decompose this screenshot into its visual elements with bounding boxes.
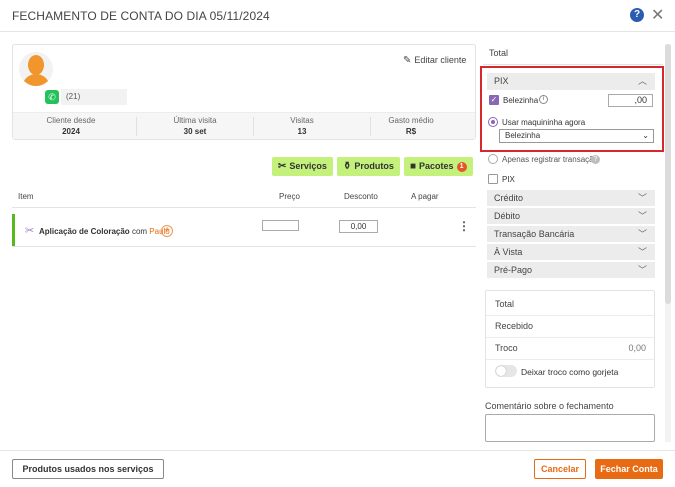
stat-label: Gasto médio bbox=[388, 116, 434, 125]
register-only-radio[interactable] bbox=[488, 154, 498, 164]
row-service-name: Aplicação de Coloração com Paulo bbox=[39, 227, 170, 236]
stat-value: 30 set bbox=[183, 127, 207, 136]
method-credit[interactable]: Crédito ﹀ bbox=[487, 190, 655, 206]
header-divider bbox=[0, 31, 675, 32]
method-label: Crédito bbox=[494, 193, 524, 203]
row-accent bbox=[12, 214, 15, 246]
table-header-divider bbox=[12, 207, 476, 208]
add-services-button[interactable]: ✂ Serviços bbox=[272, 157, 333, 176]
footer-divider bbox=[0, 450, 675, 451]
stat-visits: Visitas 13 bbox=[244, 116, 360, 136]
pix-title: PIX bbox=[494, 76, 509, 86]
pix-amount-input[interactable]: ,00 bbox=[608, 94, 653, 107]
payment-total-label: Total bbox=[489, 48, 509, 58]
chevron-down-icon: ﹀ bbox=[637, 211, 647, 221]
stat-value: 2024 bbox=[62, 127, 80, 136]
tip-toggle-label: Deixar troco como gorjeta bbox=[521, 367, 619, 377]
add-packages-button[interactable]: ■ Pacotes 1 bbox=[404, 157, 473, 176]
info-icon[interactable]: i bbox=[539, 95, 548, 104]
client-phone: (21) bbox=[61, 89, 127, 105]
chevron-down-icon: ﹀ bbox=[637, 193, 647, 203]
payment-divider bbox=[483, 64, 663, 65]
bottle-icon: ⚱ bbox=[343, 161, 352, 172]
stat-client-since: Cliente desde 2024 bbox=[13, 116, 129, 136]
use-terminal-radio[interactable] bbox=[488, 117, 498, 127]
terminal-select[interactable]: Belezinha ⌄ bbox=[499, 129, 654, 143]
add-products-button[interactable]: ⚱ Produtos bbox=[337, 157, 400, 176]
stat-value: R$ bbox=[405, 127, 417, 136]
edit-client-label: Editar cliente bbox=[414, 55, 467, 65]
add-products-label: Produtos bbox=[354, 161, 394, 171]
scissors-icon: ✂ bbox=[278, 161, 287, 172]
whatsapp-icon[interactable]: ✆ bbox=[45, 90, 59, 104]
method-label: Transação Bancária bbox=[494, 229, 575, 239]
discount-input[interactable]: 0,00 bbox=[339, 220, 378, 233]
register-only-label: Apenas registrar transação bbox=[502, 155, 599, 164]
method-bank-transfer[interactable]: Transação Bancária ﹀ bbox=[487, 226, 655, 242]
service-name: Aplicação de Coloração bbox=[39, 227, 130, 236]
pix-account-checkbox[interactable]: ✓ bbox=[489, 95, 499, 105]
summary-divider bbox=[486, 337, 654, 338]
row-menu-icon[interactable]: ⋮ bbox=[458, 219, 470, 233]
summary-divider bbox=[486, 315, 654, 316]
edit-client-button[interactable]: ✎ Editar cliente bbox=[403, 55, 466, 66]
method-prepaid[interactable]: Pré-Pago ﹀ bbox=[487, 262, 655, 278]
summary-received-label: Recebido bbox=[495, 321, 534, 331]
pix-account-label: Belezinha bbox=[503, 96, 539, 105]
pix-checkbox-label: PIX bbox=[502, 175, 515, 184]
method-label: Débito bbox=[494, 211, 521, 221]
client-stats: Cliente desde 2024 Última visita 30 set … bbox=[13, 112, 475, 139]
col-to-pay: A pagar bbox=[411, 192, 439, 201]
add-professional-icon[interactable]: + bbox=[161, 225, 173, 237]
scissors-icon: ✂ bbox=[25, 225, 35, 237]
col-discount: Desconto bbox=[344, 192, 378, 201]
chevron-down-icon: ﹀ bbox=[637, 265, 647, 275]
stat-label: Visitas bbox=[290, 116, 314, 125]
cancel-button[interactable]: Cancelar bbox=[534, 459, 586, 479]
pix-checkbox[interactable] bbox=[488, 174, 498, 184]
method-label: À Vista bbox=[494, 247, 523, 257]
edit-user-icon: ✎ bbox=[403, 55, 412, 66]
stat-last-visit: Última visita 30 set bbox=[137, 116, 253, 136]
stat-label: Cliente desde bbox=[46, 116, 96, 125]
products-used-button[interactable]: Produtos usados nos serviços bbox=[12, 459, 164, 479]
chevron-up-icon: ︿ bbox=[637, 76, 647, 86]
help-icon[interactable]: ? bbox=[630, 8, 644, 22]
tip-toggle[interactable] bbox=[495, 365, 517, 377]
method-cash[interactable]: À Vista ﹀ bbox=[487, 244, 655, 260]
method-debit[interactable]: Débito ﹀ bbox=[487, 208, 655, 224]
with-word: com bbox=[131, 227, 148, 236]
use-terminal-label: Usar maquininha agora bbox=[502, 118, 586, 127]
close-icon[interactable]: ✕ bbox=[651, 5, 664, 25]
packages-count-badge: 1 bbox=[456, 162, 467, 172]
avatar bbox=[19, 52, 53, 86]
summary-change-label: Troco bbox=[495, 343, 518, 353]
stat-label: Última visita bbox=[173, 116, 217, 125]
method-label: Pré-Pago bbox=[494, 265, 533, 275]
close-account-button[interactable]: Fechar Conta bbox=[595, 459, 663, 479]
comment-textarea[interactable] bbox=[485, 414, 655, 442]
chevron-down-icon: ⌄ bbox=[642, 131, 649, 140]
chevron-down-icon: ﹀ bbox=[637, 247, 647, 257]
col-price: Preço bbox=[279, 192, 300, 201]
summary-change-value: 0,00 bbox=[628, 343, 646, 353]
summary-divider bbox=[486, 359, 654, 360]
summary-total-label: Total bbox=[495, 299, 515, 309]
pix-section-header[interactable]: PIX ︿ bbox=[487, 73, 655, 90]
price-input[interactable] bbox=[262, 220, 299, 231]
stat-value: 13 bbox=[297, 127, 307, 136]
add-packages-label: Pacotes bbox=[419, 161, 454, 171]
add-services-label: Serviços bbox=[289, 161, 327, 171]
stat-average-spend: Gasto médio R$ bbox=[353, 116, 469, 136]
col-item: Item bbox=[18, 192, 34, 201]
dialog-title: FECHAMENTO DE CONTA DO DIA 05/11/2024 bbox=[12, 9, 270, 23]
comment-label: Comentário sobre o fechamento bbox=[485, 401, 614, 411]
package-icon: ■ bbox=[410, 161, 417, 172]
question-icon[interactable]: ? bbox=[591, 155, 600, 164]
chevron-down-icon: ﹀ bbox=[637, 229, 647, 239]
payment-scroll-thumb[interactable] bbox=[665, 44, 671, 304]
terminal-selected-value: Belezinha bbox=[505, 131, 541, 140]
